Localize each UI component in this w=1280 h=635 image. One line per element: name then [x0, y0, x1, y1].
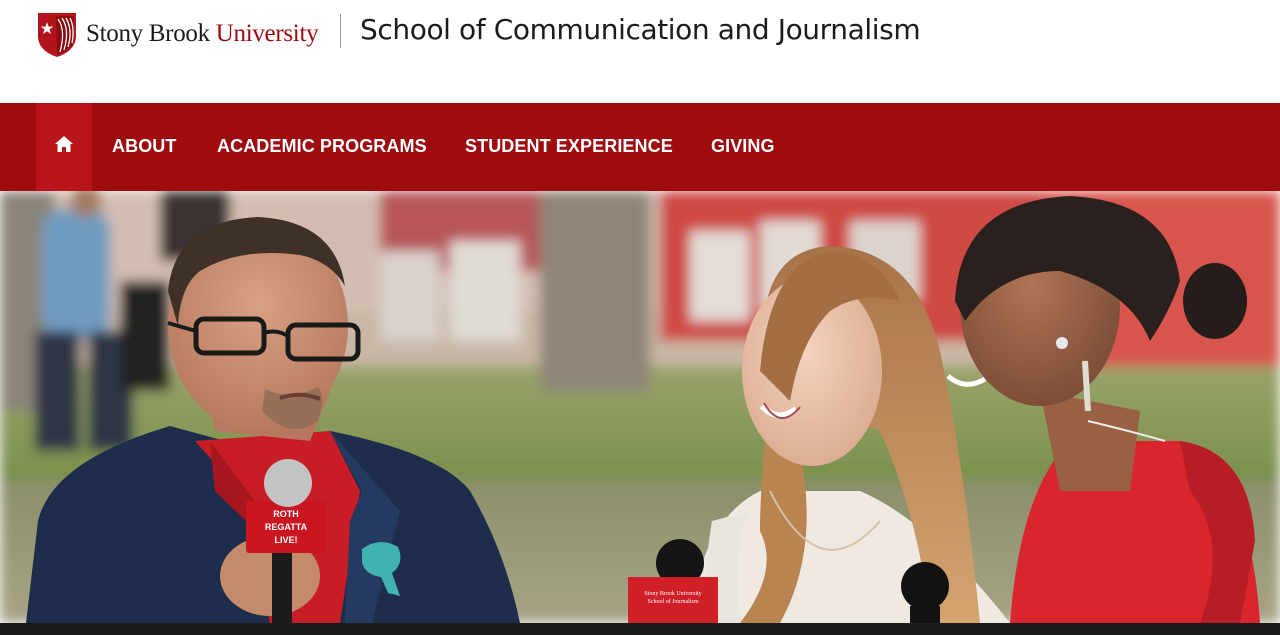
- home-icon: [55, 136, 73, 152]
- sbu-shield-icon: [38, 13, 76, 57]
- nav-item-academic-programs[interactable]: ACADEMIC PROGRAMS: [217, 103, 427, 191]
- main-nav: ABOUT ACADEMIC PROGRAMS STUDENT EXPERIEN…: [0, 103, 1280, 191]
- nav-item-giving[interactable]: GIVING: [711, 103, 775, 191]
- mic-flag-center-line-2: School of Journalism: [648, 598, 699, 605]
- university-logo[interactable]: Stony Brook University: [36, 10, 319, 58]
- hero-image: ROTH REGATTA LIVE! Stony Brook Universit…: [0, 191, 1280, 623]
- bottom-strip: [0, 623, 1280, 635]
- wordmark-stony-brook: Stony Brook: [86, 20, 216, 47]
- nav-item-student-experience[interactable]: STUDENT EXPERIENCE: [465, 103, 673, 191]
- header-divider: [340, 14, 341, 48]
- wordmark-university: University: [215, 20, 319, 47]
- nav-item-about[interactable]: ABOUT: [112, 103, 177, 191]
- school-title[interactable]: School of Communication and Journalism: [360, 13, 921, 46]
- site-header: Stony Brook University School of Communi…: [0, 0, 1280, 103]
- nav-home-button[interactable]: [36, 103, 92, 191]
- university-wordmark: Stony Brook University: [86, 20, 319, 48]
- mic-flag-line-1: ROTH: [273, 509, 299, 519]
- mic-flag-line-3: LIVE!: [274, 535, 297, 545]
- mic-flag-center-line-1: Stony Brook University: [644, 591, 701, 597]
- mic-flag-line-2: REGATTA: [265, 522, 308, 532]
